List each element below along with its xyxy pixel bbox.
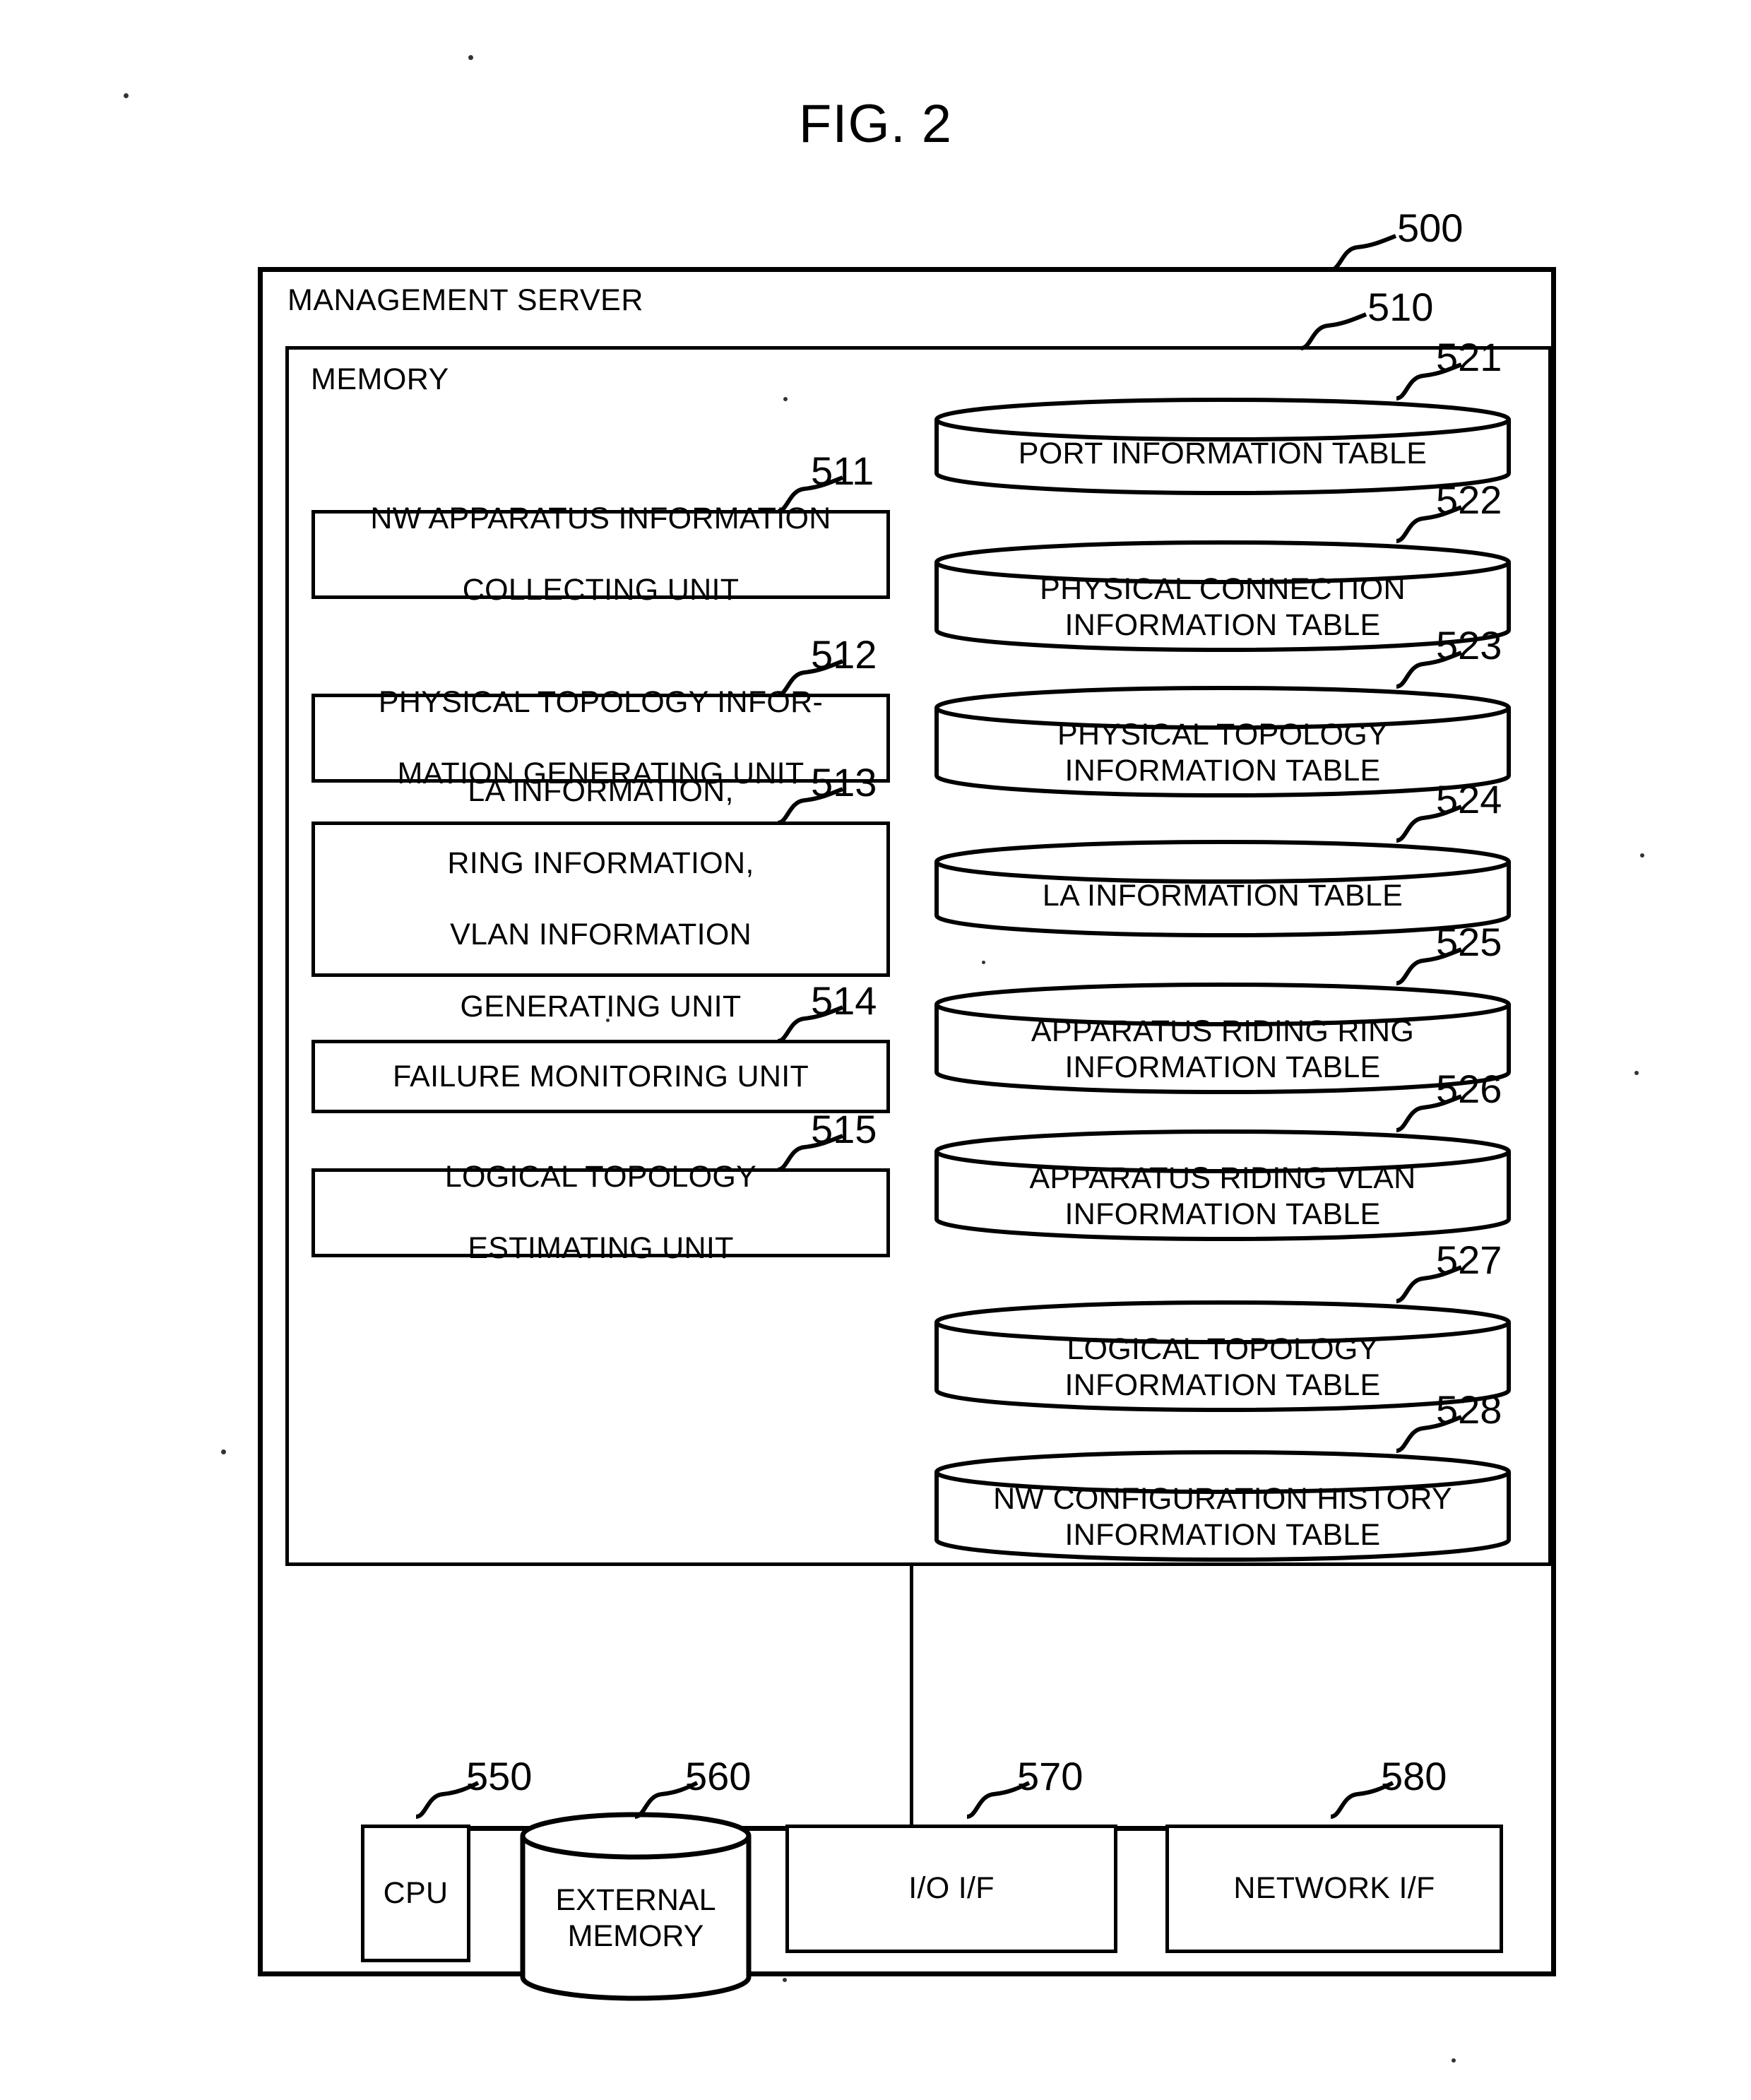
- ref-label-580: 580: [1381, 1754, 1447, 1798]
- ref-label-570: 570: [1017, 1754, 1084, 1798]
- table-cylinder-523: PHYSICAL TOPOLOGY INFORMATION TABLE: [934, 685, 1512, 798]
- table-text-521: PORT INFORMATION TABLE: [1018, 437, 1427, 470]
- ref-label-527: 527: [1436, 1238, 1502, 1282]
- unit-box-512: PHYSICAL TOPOLOGY INFOR- MATION GENERATI…: [311, 685, 890, 790]
- table-text-523: PHYSICAL TOPOLOGY INFORMATION TABLE: [1057, 718, 1388, 788]
- table-cylinder-528: NW CONFIGURATION HISTORY INFORMATION TAB…: [934, 1449, 1512, 1562]
- scan-speck: [1640, 853, 1644, 858]
- table-cylinder-522: PHYSICAL CONNECTION INFORMATION TABLE: [934, 540, 1512, 653]
- ref-label-550: 550: [466, 1754, 533, 1798]
- io-if-box: I/O I/F: [785, 1825, 1117, 1953]
- table-text-525: APPARATUS RIDING RING INFORMATION TABLE: [1031, 1014, 1415, 1084]
- ref-label-511: 511: [811, 449, 874, 493]
- external-memory-cylinder: EXTERNAL MEMORY: [519, 1812, 752, 2001]
- unit-text-514: FAILURE MONITORING UNIT: [392, 1059, 809, 1093]
- ref-label-526: 526: [1436, 1067, 1502, 1111]
- network-if-box: NETWORK I/F: [1165, 1825, 1503, 1953]
- ref-label-500: 500: [1397, 206, 1464, 250]
- unit-box-514: FAILURE MONITORING UNIT: [311, 1040, 890, 1113]
- table-text-528: NW CONFIGURATION HISTORY INFORMATION TAB…: [993, 1482, 1452, 1552]
- scan-speck: [221, 1449, 226, 1454]
- ref-label-513: 513: [811, 760, 877, 805]
- ref-label-528: 528: [1436, 1387, 1502, 1432]
- unit-box-515: LOGICAL TOPOLOGY ESTIMATING UNIT: [311, 1160, 890, 1265]
- scan-speck: [124, 93, 129, 98]
- scan-speck: [783, 397, 788, 401]
- scan-speck: [468, 55, 473, 60]
- cpu-box: CPU: [361, 1825, 470, 1962]
- bus-drop-line: [910, 1565, 913, 1828]
- table-cylinder-524: LA INFORMATION TABLE: [934, 839, 1512, 938]
- table-text-522: PHYSICAL CONNECTION INFORMATION TABLE: [1040, 572, 1406, 642]
- ref-label-514: 514: [811, 978, 877, 1023]
- table-cylinder-527: LOGICAL TOPOLOGY INFORMATION TABLE: [934, 1300, 1512, 1413]
- unit-box-513: LA INFORMATION, RING INFORMATION, VLAN I…: [311, 774, 890, 1024]
- ref-label-525: 525: [1436, 920, 1502, 964]
- memory-label: MEMORY: [311, 362, 449, 396]
- scan-speck: [606, 1019, 610, 1022]
- management-server-label: MANAGEMENT SERVER: [287, 283, 643, 317]
- ref-label-524: 524: [1436, 777, 1502, 821]
- figure-title: FIG. 2: [798, 94, 953, 154]
- ref-label-512: 512: [811, 632, 877, 677]
- unit-box-511: NW APPARATUS INFORMATION COLLECTING UNIT: [311, 502, 890, 607]
- table-cylinder-521: PORT INFORMATION TABLE: [934, 397, 1512, 496]
- scan-speck: [982, 961, 985, 964]
- table-text-524: LA INFORMATION TABLE: [1042, 879, 1403, 913]
- table-text-527: LOGICAL TOPOLOGY INFORMATION TABLE: [1064, 1332, 1381, 1402]
- ref-label-522: 522: [1436, 477, 1502, 522]
- external-memory-label: EXTERNAL MEMORY: [555, 1883, 716, 1953]
- table-text-526: APPARATUS RIDING VLAN INFORMATION TABLE: [1029, 1161, 1416, 1231]
- scan-speck: [1634, 1071, 1639, 1075]
- ref-label-521: 521: [1436, 335, 1502, 379]
- table-cylinder-525: APPARATUS RIDING RING INFORMATION TABLE: [934, 982, 1512, 1095]
- ref-label-510: 510: [1367, 285, 1434, 329]
- scan-speck: [1452, 2058, 1456, 2063]
- ref-label-515: 515: [811, 1107, 877, 1151]
- ref-label-560: 560: [685, 1754, 752, 1798]
- scan-speck: [783, 1978, 787, 1982]
- ref-label-523: 523: [1436, 623, 1502, 668]
- table-cylinder-526: APPARATUS RIDING VLAN INFORMATION TABLE: [934, 1129, 1512, 1242]
